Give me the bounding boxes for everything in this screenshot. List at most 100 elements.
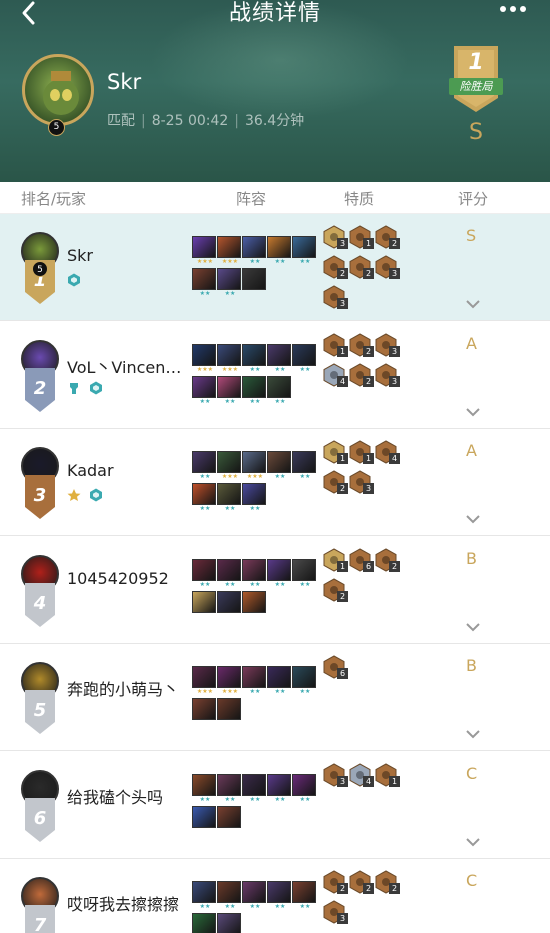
trait-hex-icon[interactable]: 1 (323, 547, 348, 572)
champion-portrait[interactable]: ★★ (192, 558, 216, 587)
player-name[interactable]: Skr (67, 246, 191, 265)
player-row[interactable]: 1 5 Skr ★★★ ★★★ ★★ ★★ ★★ ★★ ★★ 3 1 2 2 2 3 3 S (0, 214, 550, 321)
champion-portrait[interactable]: ★★ (217, 881, 241, 910)
champion-portrait[interactable]: ★★ (242, 343, 266, 372)
trait-hex-icon[interactable]: 2 (323, 577, 348, 602)
player-row[interactable]: 4 1045420952 ★★ ★★ ★★ ★★ ★★ 1 6 2 2 B (0, 536, 550, 644)
more-dots-icon[interactable] (500, 2, 532, 16)
trait-hex-icon[interactable]: 2 (323, 470, 348, 494)
chevron-down-icon[interactable] (465, 617, 481, 631)
player-row[interactable]: 2 VoL丶VincenT… ★★★ ★★★ ★★ ★★ ★★ ★★ ★★ ★★ ★★ 1 2 3 4 2 3 A (0, 321, 550, 429)
chevron-down-icon[interactable] (465, 724, 481, 739)
champion-portrait[interactable]: ★★★ (242, 451, 266, 480)
champion-portrait[interactable] (192, 805, 216, 828)
champion-portrait[interactable]: ★★ (192, 268, 216, 297)
champion-portrait[interactable] (217, 913, 241, 933)
trait-hex-icon[interactable]: 3 (375, 332, 400, 357)
trait-hex-icon[interactable]: 4 (375, 440, 400, 464)
trait-hex-icon[interactable]: 2 (375, 870, 400, 894)
champion-portrait[interactable]: ★★ (217, 773, 241, 802)
champion-portrait[interactable]: ★★ (242, 881, 266, 910)
trait-hex-icon[interactable]: 3 (375, 255, 400, 279)
champion-portrait[interactable]: ★★ (217, 558, 241, 587)
champion-portrait[interactable]: ★★ (242, 773, 266, 802)
player-name[interactable]: 给我磕个头吗 (67, 784, 191, 808)
champion-portrait[interactable]: ★★★ (192, 666, 216, 695)
champion-portrait[interactable]: ★★ (192, 483, 216, 512)
trait-hex-icon[interactable]: 3 (349, 470, 374, 494)
player-name[interactable]: Kadar (67, 461, 191, 480)
champion-portrait[interactable]: ★★ (267, 451, 291, 480)
chevron-down-icon[interactable] (465, 509, 481, 524)
trait-hex-icon[interactable]: 2 (349, 255, 374, 279)
trait-hex-icon[interactable]: 2 (375, 547, 400, 572)
champion-portrait[interactable]: ★★ (292, 881, 316, 910)
trait-hex-icon[interactable]: 1 (349, 225, 374, 249)
champion-portrait[interactable]: ★★ (242, 666, 266, 695)
trait-hex-icon[interactable]: 2 (323, 870, 348, 894)
player-row[interactable]: 5 奔跑的小萌马丶 ★★★ ★★★ ★★ ★★ ★★ 6 B (0, 644, 550, 751)
champion-portrait[interactable]: ★★ (267, 375, 291, 404)
champion-portrait[interactable]: ★★ (267, 666, 291, 695)
champion-portrait[interactable]: ★★ (292, 666, 316, 695)
champion-portrait[interactable]: ★★ (192, 375, 216, 404)
chevron-down-icon[interactable] (465, 294, 481, 309)
champion-portrait[interactable]: ★★ (267, 773, 291, 802)
champion-portrait[interactable]: ★★★ (217, 343, 241, 372)
trait-hex-icon[interactable]: 2 (375, 225, 400, 249)
trait-hex-icon[interactable]: 4 (323, 362, 348, 387)
trait-hex-icon[interactable]: 3 (323, 285, 348, 309)
trait-hex-icon[interactable]: 3 (323, 900, 348, 924)
trait-hex-icon[interactable]: 4 (349, 762, 374, 787)
champion-portrait[interactable] (242, 268, 266, 290)
champion-portrait[interactable]: ★★ (192, 881, 216, 910)
player-row[interactable]: 6 给我磕个头吗 ★★ ★★ ★★ ★★ ★★ 3 4 1 C (0, 751, 550, 859)
champion-portrait[interactable]: ★★★ (217, 666, 241, 695)
champion-portrait[interactable]: ★★ (292, 558, 316, 587)
trait-hex-icon[interactable]: 2 (323, 255, 348, 279)
player-name[interactable]: VoL丶VincenT… (67, 354, 191, 378)
chevron-down-icon[interactable] (465, 402, 481, 416)
champion-portrait[interactable]: ★★ (267, 558, 291, 587)
champion-portrait[interactable] (192, 913, 216, 933)
champion-portrait[interactable]: ★★ (267, 343, 291, 372)
champion-portrait[interactable]: ★★ (192, 451, 216, 480)
player-row[interactable]: 3 Kadar ★★ ★★★ ★★★ ★★ ★★ ★★ ★★ ★★ 1 1 4 2 3 A (0, 429, 550, 536)
champion-portrait[interactable]: ★★★ (192, 236, 216, 265)
champion-portrait[interactable]: ★★ (292, 236, 316, 265)
champion-portrait[interactable]: ★★ (267, 881, 291, 910)
champion-portrait[interactable]: ★★ (217, 268, 241, 297)
trait-hex-icon[interactable]: 2 (349, 332, 374, 357)
champion-portrait[interactable]: ★★ (242, 375, 266, 404)
champion-portrait[interactable]: ★★ (292, 773, 316, 802)
champion-portrait[interactable]: ★★ (242, 236, 266, 265)
trait-hex-icon[interactable]: 1 (349, 440, 374, 464)
player-name[interactable]: 哎呀我去擦擦擦 (67, 891, 191, 915)
trait-hex-icon[interactable]: 6 (323, 655, 348, 679)
trait-hex-icon[interactable]: 3 (375, 362, 400, 387)
player-name[interactable]: 1045420952 (67, 569, 191, 588)
champion-portrait[interactable] (192, 698, 216, 720)
trait-hex-icon[interactable]: 6 (349, 547, 374, 572)
trait-hex-icon[interactable]: 2 (349, 362, 374, 387)
champion-portrait[interactable]: ★★ (292, 343, 316, 372)
champion-portrait[interactable]: ★★★ (217, 236, 241, 265)
champion-portrait[interactable]: ★★ (217, 483, 241, 512)
champion-portrait[interactable] (242, 590, 266, 613)
champion-portrait[interactable] (192, 590, 216, 613)
champion-portrait[interactable] (217, 590, 241, 613)
champion-portrait[interactable]: ★★ (292, 451, 316, 480)
player-row[interactable]: 7 哎呀我去擦擦擦 ★★ ★★ ★★ ★★ ★★ 2 2 2 3 C (0, 859, 550, 933)
champion-portrait[interactable] (217, 698, 241, 720)
trait-hex-icon[interactable]: 3 (323, 762, 348, 787)
champion-portrait[interactable]: ★★ (192, 773, 216, 802)
chevron-down-icon[interactable] (465, 832, 481, 846)
champion-portrait[interactable]: ★★ (267, 236, 291, 265)
trait-hex-icon[interactable]: 3 (323, 225, 348, 249)
champion-portrait[interactable]: ★★ (217, 375, 241, 404)
trait-hex-icon[interactable]: 2 (349, 870, 374, 894)
player-name[interactable]: 奔跑的小萌马丶 (67, 676, 191, 700)
trait-hex-icon[interactable]: 1 (323, 440, 348, 464)
trait-hex-icon[interactable]: 1 (323, 332, 348, 357)
trait-hex-icon[interactable]: 1 (375, 762, 400, 787)
